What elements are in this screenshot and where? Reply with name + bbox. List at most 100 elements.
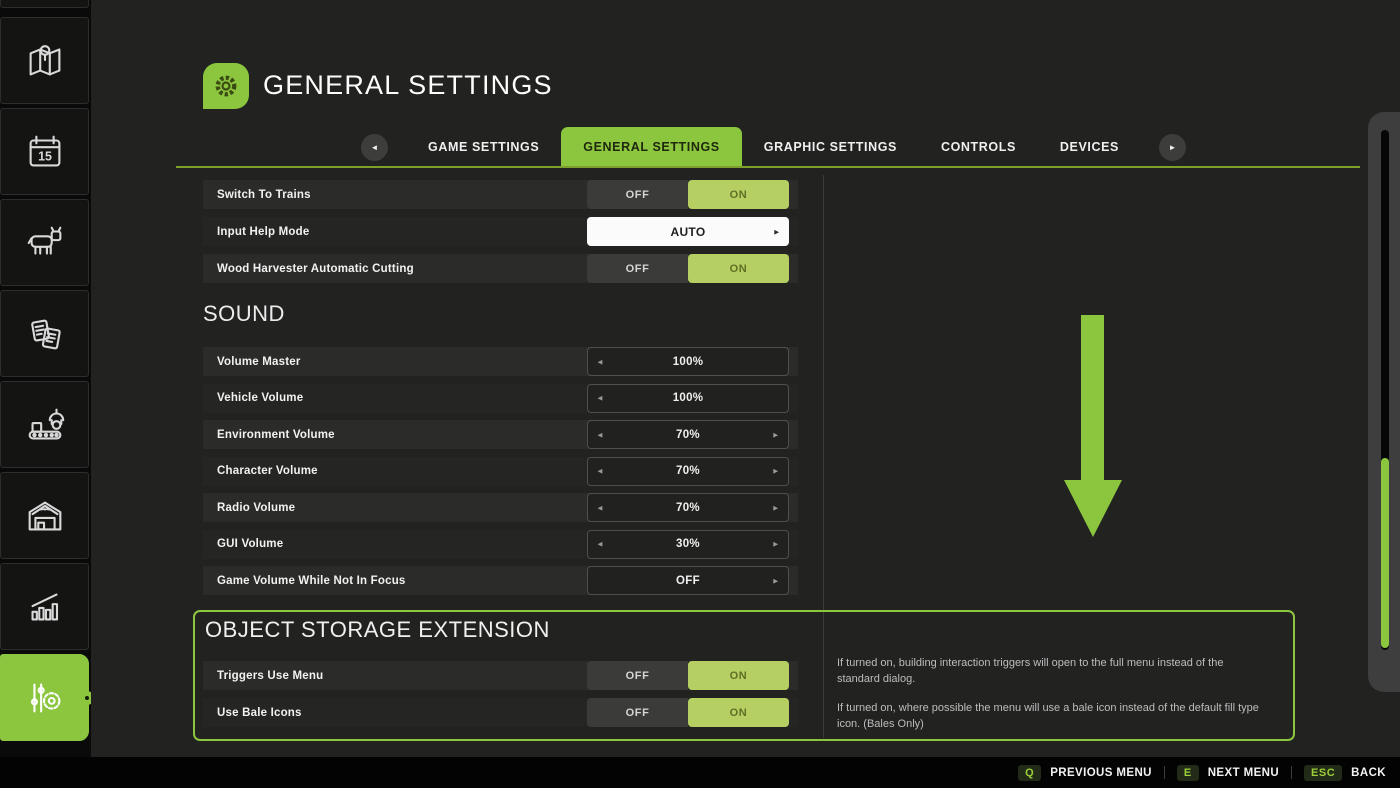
increase-icon[interactable]: ► (772, 467, 780, 476)
setting-row-input-help-mode: Input Help Mode AUTO ► (203, 217, 798, 246)
setting-row-game-volume-not-in-focus: Game Volume While Not In Focus OFF ► (203, 566, 798, 595)
setting-row-radio-volume: Radio Volume ◄ 70% ► (203, 493, 798, 522)
selector-value: OFF (676, 574, 700, 587)
tab-underline (176, 166, 1360, 168)
switch-to-trains-toggle: OFF ON (587, 180, 789, 209)
decrease-icon[interactable]: ◄ (596, 394, 604, 403)
game-volume-focus-selector[interactable]: OFF ► (587, 566, 789, 595)
setting-label: Radio Volume (217, 501, 296, 514)
setting-label: Input Help Mode (217, 225, 310, 238)
setting-row-vehicle-volume: Vehicle Volume ◄ 100% (203, 383, 798, 413)
decrease-icon[interactable]: ◄ (596, 467, 604, 476)
selector-value: 70% (676, 465, 700, 477)
tab-game-settings[interactable]: GAME SETTINGS (406, 127, 561, 167)
bottom-bar-separator (1291, 766, 1293, 779)
selector-value: AUTO (670, 224, 706, 239)
environment-volume-selector[interactable]: ◄ 70% ► (587, 420, 789, 449)
setting-row-character-volume: Character Volume ◄ 70% ► (203, 456, 798, 486)
sound-section-title: SOUND (203, 301, 285, 326)
sidebar-item-calendar[interactable]: 15 (0, 108, 89, 195)
toggle-off-button[interactable]: OFF (587, 698, 688, 727)
next-menu-label: NEXT MENU (1207, 766, 1280, 779)
bottom-bar: Q PREVIOUS MENU E NEXT MENU ESC BACK (0, 757, 1400, 788)
tab-controls[interactable]: CONTROLS (919, 127, 1038, 167)
setting-row-environment-volume: Environment Volume ◄ 70% ► (203, 420, 798, 449)
sidebar-item-map[interactable] (0, 17, 89, 104)
tab-general-settings[interactable]: GENERAL SETTINGS (561, 127, 742, 167)
increase-icon[interactable]: ► (772, 503, 780, 512)
help-text-bale-icons: If turned on, where possible the menu wi… (837, 701, 1259, 730)
decrease-icon[interactable]: ◄ (596, 430, 604, 439)
toggle-on-button[interactable]: ON (688, 180, 789, 209)
previous-menu-label: PREVIOUS MENU (1050, 766, 1152, 779)
setting-row-gui-volume: GUI Volume ◄ 30% ► (203, 529, 798, 559)
setting-row-triggers-use-menu: Triggers Use Menu OFF ON (203, 661, 798, 690)
svg-text:15: 15 (38, 149, 52, 163)
toggle-on-button[interactable]: ON (688, 698, 789, 727)
setting-label: Volume Master (217, 355, 301, 368)
warehouse-icon (28, 501, 61, 530)
selector-value: 70% (676, 428, 700, 441)
settings-sliders-icon (30, 683, 60, 712)
map-icon (29, 44, 60, 75)
scrollbar-thumb[interactable] (1381, 458, 1389, 648)
decrease-icon[interactable]: ◄ (596, 503, 604, 512)
toggle-off-button[interactable]: OFF (587, 180, 688, 209)
sidebar-item-storage[interactable] (0, 472, 89, 559)
sidebar-item-animals[interactable] (0, 199, 89, 286)
increase-icon[interactable]: ► (772, 576, 780, 585)
character-volume-selector[interactable]: ◄ 70% ► (587, 456, 789, 486)
calendar-icon: 15 (29, 135, 60, 166)
increase-icon[interactable]: ► (772, 430, 780, 439)
prev-tab-button[interactable]: ◄ (361, 133, 388, 161)
cow-icon (27, 226, 61, 255)
key-badge-q: Q (1018, 764, 1042, 781)
back-label: BACK (1351, 766, 1386, 779)
toggle-off-button[interactable]: OFF (587, 254, 688, 283)
sound-rows: Volume Master ◄ 100% Vehicle Volume ◄ 10… (203, 347, 798, 603)
next-menu-button[interactable]: E NEXT MENU (1176, 764, 1280, 781)
back-button[interactable]: ESC BACK (1304, 764, 1386, 781)
sidebar-item-statistics[interactable] (0, 563, 89, 650)
tab-bar: ◄ GAME SETTINGS GENERAL SETTINGS GRAPHIC… (343, 127, 1204, 167)
sidebar-item-finances[interactable] (0, 290, 89, 377)
sidebar-item-production[interactable] (0, 381, 89, 468)
setting-label: Vehicle Volume (217, 392, 304, 404)
general-rows: Switch To Trains OFF ON Input Help Mode … (203, 180, 798, 291)
gui-volume-selector[interactable]: ◄ 30% ► (587, 529, 789, 559)
setting-label: Wood Harvester Automatic Cutting (217, 262, 414, 275)
setting-row-volume-master: Volume Master ◄ 100% (203, 347, 798, 376)
next-option-icon[interactable]: ► (773, 227, 781, 236)
scroll-hint-arrow-head (1064, 480, 1122, 537)
previous-menu-button[interactable]: Q PREVIOUS MENU (1018, 764, 1152, 781)
sidebar-item-general-settings[interactable] (0, 654, 94, 741)
key-badge-e: E (1176, 764, 1199, 781)
bar-chart-icon (30, 592, 58, 621)
tab-graphic-settings[interactable]: GRAPHIC SETTINGS (742, 127, 919, 167)
toggle-on-button[interactable]: ON (688, 661, 789, 690)
use-bale-icons-toggle: OFF ON (587, 698, 789, 727)
help-text-panel: If turned on, building interaction trigg… (837, 656, 1269, 746)
radio-volume-selector[interactable]: ◄ 70% ► (587, 493, 789, 522)
setting-row-switch-to-trains: Switch To Trains OFF ON (203, 180, 798, 209)
object-storage-section-title: OBJECT STORAGE EXTENSION (205, 617, 550, 642)
input-help-mode-selector[interactable]: AUTO ► (587, 217, 789, 246)
setting-label: Triggers Use Menu (217, 669, 324, 682)
selector-value: 70% (676, 501, 700, 514)
setting-label: Character Volume (217, 465, 318, 477)
decrease-icon[interactable]: ◄ (596, 540, 604, 549)
object-storage-rows: Triggers Use Menu OFF ON Use Bale Icons … (203, 661, 798, 735)
setting-label: Use Bale Icons (217, 706, 302, 719)
production-icon (28, 408, 64, 439)
vehicle-volume-selector[interactable]: ◄ 100% (587, 383, 789, 413)
toggle-off-button[interactable]: OFF (587, 661, 688, 690)
next-tab-button[interactable]: ► (1159, 133, 1186, 161)
tab-devices[interactable]: DEVICES (1038, 127, 1141, 167)
bottom-bar-separator (1163, 766, 1165, 779)
volume-master-selector[interactable]: ◄ 100% (587, 347, 789, 376)
decrease-icon[interactable]: ◄ (596, 357, 604, 366)
setting-label: GUI Volume (217, 538, 284, 550)
increase-icon[interactable]: ► (772, 540, 780, 549)
setting-row-wood-harvester: Wood Harvester Automatic Cutting OFF ON (203, 254, 798, 283)
toggle-on-button[interactable]: ON (688, 254, 789, 283)
